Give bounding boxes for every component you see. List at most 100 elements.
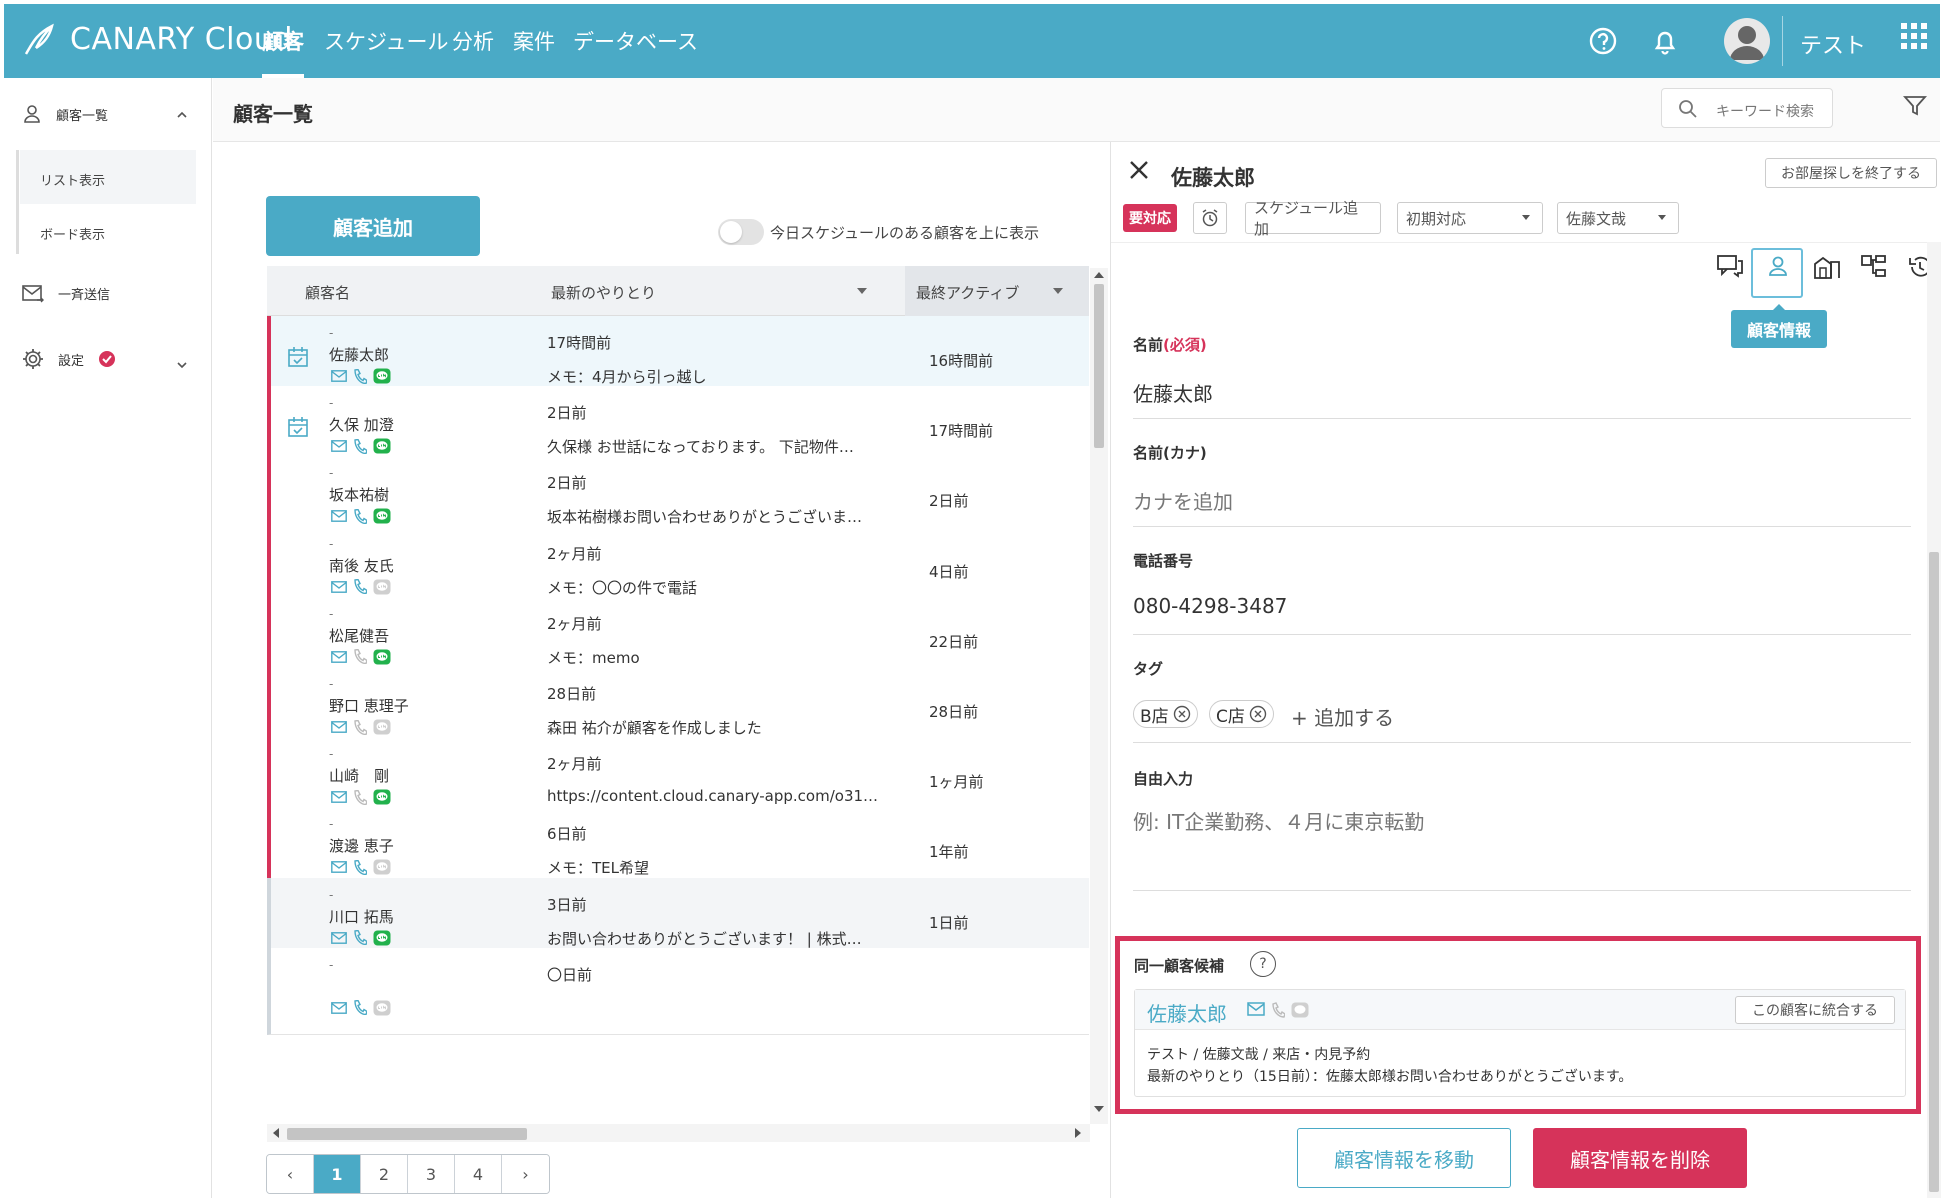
close-icon[interactable] [1127, 158, 1151, 182]
nav-customers[interactable]: 顧客 [262, 26, 304, 78]
help-icon[interactable] [1588, 26, 1618, 56]
scrollbar-thumb[interactable] [1929, 552, 1939, 1192]
customer-name[interactable]: 久保 加澄 [329, 414, 394, 435]
remove-tag-icon[interactable] [1249, 705, 1267, 723]
scrollbar-thumb[interactable] [287, 1128, 527, 1140]
logo[interactable]: CANARY Cloud [22, 20, 293, 58]
phone-field[interactable]: 080-4298-3487 [1133, 594, 1287, 618]
phone-icon [354, 649, 367, 665]
name-field[interactable]: 佐藤太郎 [1133, 378, 1213, 407]
latest-time: 28日前 [547, 685, 597, 703]
bell-icon[interactable] [1650, 26, 1680, 56]
sort-caret-icon[interactable] [857, 288, 867, 294]
tag-chip[interactable]: C店 [1209, 700, 1274, 728]
add-tag-button[interactable]: + 追加する [1291, 702, 1394, 731]
line-chat-icon [1291, 1002, 1309, 1018]
scroll-down-icon[interactable] [1094, 1106, 1104, 1112]
schedule-add-button[interactable]: スケジュール追加 [1245, 199, 1381, 238]
nav-schedule[interactable]: スケジュール [324, 26, 449, 78]
nav-deals[interactable]: 案件 [513, 26, 555, 78]
filter-icon[interactable] [1903, 94, 1927, 118]
page-2[interactable]: 2 [361, 1155, 408, 1193]
customer-name[interactable]: 松尾健吾 [329, 625, 389, 646]
sidebar: 顧客一覧 リスト表示 ボード表示 一斉送信 設定 [4, 78, 212, 1198]
page-prev[interactable]: ‹ [267, 1155, 314, 1193]
nav-database[interactable]: データベース [573, 26, 698, 78]
detail-vertical-scrollbar[interactable] [1927, 242, 1941, 1198]
col-customer-name[interactable]: 顧客名 [305, 282, 350, 303]
sidebar-item-settings[interactable]: 設定 [22, 348, 116, 370]
building-icon[interactable] [1813, 254, 1841, 280]
customer-name[interactable]: 野口 恵理子 [329, 695, 409, 716]
contact-icons [1247, 1002, 1309, 1018]
customer-name[interactable]: 佐藤太郎 [329, 344, 389, 365]
alarm-clock-icon [1202, 209, 1218, 227]
remove-tag-icon[interactable] [1173, 705, 1191, 723]
move-customer-button[interactable]: 顧客情報を移動 [1297, 1128, 1511, 1188]
kana-field[interactable]: カナを追加 [1133, 486, 1233, 515]
table-row[interactable]: - 〇日前 [267, 947, 1089, 1035]
sidebar-item-customer-list[interactable]: 顧客一覧 [22, 104, 108, 124]
latest-message: メモ：4月から引っ越し [547, 368, 707, 386]
avatar[interactable] [1724, 18, 1770, 64]
chat-icon[interactable] [1717, 254, 1743, 278]
table-horizontal-scrollbar[interactable] [267, 1124, 1090, 1142]
merge-customer-button[interactable]: この顧客に統合する [1735, 996, 1895, 1024]
sidebar-item-bulk-send[interactable]: 一斉送信 [22, 284, 110, 303]
line-chat-icon [373, 859, 391, 875]
app-grid-icon[interactable] [1900, 22, 1928, 50]
sort-caret-icon[interactable] [1053, 288, 1063, 294]
page-next[interactable]: › [502, 1155, 549, 1193]
end-room-search-button[interactable]: お部屋探しを終了する [1765, 158, 1937, 188]
row-dash: - [329, 466, 334, 481]
kana-field-label: 名前(カナ) [1133, 444, 1207, 462]
row-dash: - [329, 606, 334, 621]
delete-customer-button[interactable]: 顧客情報を削除 [1533, 1128, 1747, 1188]
assignee-select[interactable]: 佐藤文哉 [1557, 202, 1679, 234]
tag-field-label: タグ [1133, 660, 1164, 678]
user-name[interactable]: テスト [1800, 28, 1866, 60]
alarm-button[interactable] [1193, 202, 1227, 234]
canary-bird-icon [24, 23, 54, 55]
customer-name[interactable]: 渡邊 恵子 [329, 835, 394, 856]
add-customer-button[interactable]: 顧客追加 [266, 196, 480, 256]
customer-name[interactable]: 坂本祐樹 [329, 484, 389, 505]
help-icon[interactable]: ? [1250, 951, 1276, 977]
customer-name[interactable]: 川口 拓馬 [329, 906, 394, 927]
nav-analytics[interactable]: 分析 [452, 26, 494, 78]
sidebar-item-board-view[interactable]: ボード表示 [40, 224, 105, 243]
contact-icons [331, 579, 391, 595]
chevron-down-icon[interactable] [176, 360, 188, 370]
scroll-up-icon[interactable] [1094, 272, 1104, 278]
sidebar-item-list-view[interactable]: リスト表示 [40, 170, 105, 189]
hierarchy-icon[interactable] [1861, 254, 1887, 280]
status-badge[interactable]: 要対応 [1123, 204, 1177, 232]
field-divider [1133, 526, 1911, 527]
tag-chip[interactable]: B店 [1133, 700, 1198, 728]
col-last-active[interactable]: 最終アクティブ [916, 282, 1019, 303]
scrollbar-thumb[interactable] [1094, 284, 1104, 448]
contact-icons [331, 789, 391, 805]
latest-time: 2日前 [547, 404, 587, 423]
scroll-right-icon[interactable] [1075, 1128, 1081, 1138]
customer-name[interactable]: 南後 友氏 [329, 555, 394, 576]
customer-name[interactable]: 山崎 剛 [329, 765, 389, 786]
page-1[interactable]: 1 [314, 1155, 361, 1193]
duplicate-customer-link[interactable]: 佐藤太郎 [1147, 998, 1227, 1027]
page-4[interactable]: 4 [455, 1155, 502, 1193]
chevron-up-icon[interactable] [176, 110, 188, 120]
customer-info-tooltip: 顧客情報 [1731, 304, 1827, 348]
stage-select[interactable]: 初期対応 [1397, 202, 1543, 234]
latest-time: 6日前 [547, 825, 587, 844]
free-input-field[interactable]: 例: IT企業勤務、４月に東京転勤 [1133, 806, 1424, 835]
last-active: 4日前 [929, 562, 969, 581]
col-latest-interaction[interactable]: 最新のやりとり [551, 282, 656, 303]
page-3[interactable]: 3 [408, 1155, 455, 1193]
schedule-calendar [287, 346, 309, 372]
scroll-left-icon[interactable] [273, 1128, 279, 1138]
search-input[interactable]: キーワード検索 [1661, 88, 1833, 128]
today-schedule-toggle[interactable] [718, 219, 764, 245]
latest-time: 2日前 [547, 474, 587, 493]
table-vertical-scrollbar[interactable] [1090, 268, 1108, 1124]
schedule-calendar [287, 416, 309, 442]
